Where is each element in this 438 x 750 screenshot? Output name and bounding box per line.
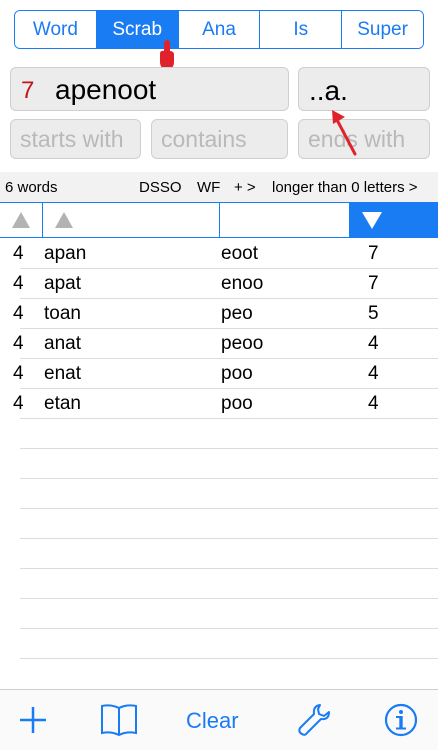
remaining-letters: eoot [221,243,258,264]
mode-segmented-control: Word Scrab Ana Is Super [14,10,424,49]
tap-pointer-icon [160,40,174,69]
pattern-input[interactable]: ..a. [298,67,430,111]
segment-word[interactable]: Word [15,11,96,48]
dictionary-dsso-button[interactable]: DSSO [139,179,182,196]
pattern-value: ..a. [309,75,348,106]
bottom-toolbar: Clear [0,689,438,750]
word-count: 6 words [5,179,58,196]
row-divider [20,328,438,329]
row-divider [20,358,438,359]
sort-remaining-column[interactable] [220,203,350,237]
letters-value: apenoot [55,74,157,105]
sort-descending-icon [362,212,382,229]
contains-placeholder: contains [161,126,247,152]
book-icon[interactable] [99,702,139,738]
sort-ascending-icon [12,212,30,228]
row-divider [20,478,438,479]
word: apan [44,243,87,264]
segment-ana[interactable]: Ana [177,11,260,48]
row-divider [20,568,438,569]
row-divider [20,268,438,269]
wf-button[interactable]: WF [197,179,220,196]
row-separators [20,268,438,688]
list-item[interactable]: 4 apan eoot 7 [0,238,438,268]
row-divider [20,598,438,599]
word-length: 4 [13,243,24,264]
plus-icon[interactable] [17,702,49,738]
sort-ascending-icon [55,212,73,228]
plus-more-button[interactable]: + > [234,179,256,196]
row-divider [20,658,438,659]
row-divider [20,628,438,629]
letter-count: 7 [21,77,35,104]
row-divider [20,418,438,419]
row-divider [20,388,438,389]
segment-super[interactable]: Super [341,11,423,48]
row-divider [20,538,438,539]
row-divider [20,448,438,449]
row-divider [20,508,438,509]
contains-input[interactable]: contains [151,119,288,159]
sort-score-column[interactable] [350,203,438,237]
row-divider [20,298,438,299]
wrench-icon[interactable] [296,702,332,738]
letters-input[interactable]: 7 apenoot [10,67,289,111]
segment-is[interactable]: Is [259,11,342,48]
annotation-arrow-icon [332,110,357,156]
score: 7 [368,243,379,264]
info-icon[interactable] [383,702,419,738]
sort-header [0,202,438,238]
sort-word-column[interactable] [43,203,220,237]
length-filter-button[interactable]: longer than 0 letters > [272,179,418,196]
starts-with-placeholder: starts with [20,126,124,152]
results-status-bar: 6 words DSSO WF + > longer than 0 letter… [0,172,438,202]
starts-with-input[interactable]: starts with [10,119,141,159]
clear-button[interactable]: Clear [186,708,250,744]
sort-length-column[interactable] [0,203,43,237]
